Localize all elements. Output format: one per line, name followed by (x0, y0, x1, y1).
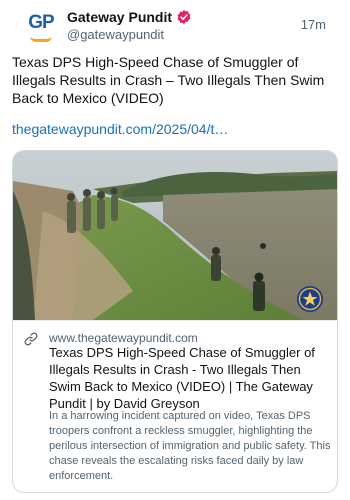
avatar-swoosh (30, 36, 52, 42)
post-time[interactable]: 17m (301, 17, 326, 32)
author-handle[interactable]: @gatewaypundit (67, 27, 164, 42)
avatar[interactable]: GP (24, 12, 58, 46)
post-link[interactable]: thegatewaypundit.com/2025/04/t… (12, 120, 228, 138)
post-header: GP Gateway Pundit @gatewaypundit 17m (12, 0, 338, 48)
preview-domain: www.thegatewaypundit.com (49, 331, 198, 345)
preview-image[interactable] (13, 151, 338, 320)
link-preview-card[interactable]: www.thegatewaypundit.com Texas DPS High-… (12, 150, 338, 493)
avatar-logo-text: GP (28, 12, 54, 33)
verified-badge-icon (177, 10, 191, 24)
author-row: Gateway Pundit (67, 9, 192, 25)
texas-dps-seal-icon (297, 286, 323, 312)
author-name[interactable]: Gateway Pundit (67, 9, 172, 25)
link-icon (24, 332, 38, 346)
preview-title[interactable]: Texas DPS High-Speed Chase of Smuggler o… (49, 344, 335, 412)
post-text: Texas DPS High-Speed Chase of Smuggler o… (12, 54, 325, 106)
preview-info[interactable]: www.thegatewaypundit.com Texas DPS High-… (13, 320, 337, 492)
social-post[interactable]: GP Gateway Pundit @gatewaypundit 17m Tex… (0, 0, 350, 500)
preview-description: In a harrowing incident captured on vide… (49, 410, 331, 482)
